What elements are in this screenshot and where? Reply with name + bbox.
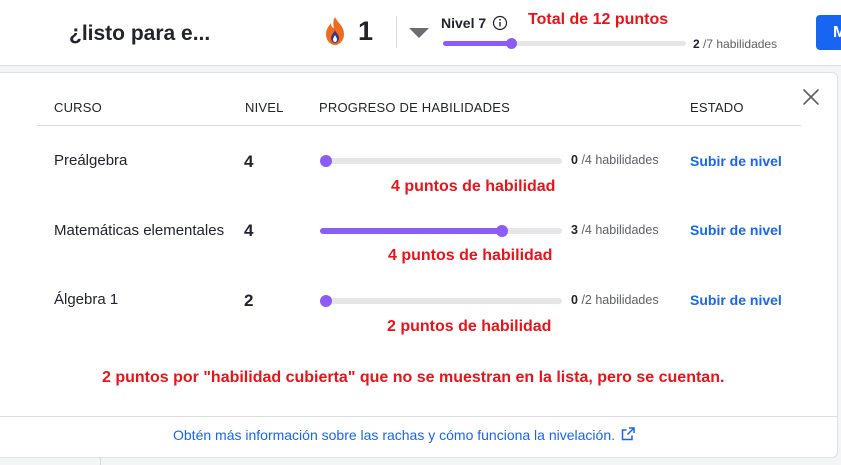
annotation-row-points: 4 puntos de habilidad bbox=[388, 247, 553, 264]
level-progress-knob bbox=[505, 38, 517, 49]
learn-more-link[interactable]: Obtén más información sobre las rachas y… bbox=[173, 427, 635, 443]
level-count-value: 2 bbox=[693, 37, 700, 51]
flame-icon[interactable] bbox=[322, 16, 348, 46]
level-progress-count: 2 /7 habilidades bbox=[693, 37, 777, 51]
count-value: 3 bbox=[571, 223, 578, 237]
course-progress-bar bbox=[320, 225, 562, 237]
course-progress-fill bbox=[320, 228, 502, 234]
course-name: Álgebra 1 bbox=[54, 291, 119, 308]
course-level: 4 bbox=[244, 152, 254, 171]
course-progress-bar bbox=[320, 155, 562, 167]
column-header-progress: PROGRESO DE HABILIDADES bbox=[319, 100, 510, 115]
cta-button[interactable]: M bbox=[816, 15, 841, 50]
close-icon[interactable] bbox=[801, 87, 821, 107]
divider bbox=[396, 16, 397, 48]
course-progress-knob bbox=[320, 295, 332, 307]
count-rest: /2 habilidades bbox=[581, 293, 659, 307]
course-progress-count: 0 /2 habilidades bbox=[571, 293, 659, 307]
top-bar: ¿listo para e... 1 Nivel 7 Total de 12 p… bbox=[0, 0, 841, 66]
level-progress-bar bbox=[443, 38, 686, 49]
level-up-link[interactable]: Subir de nivel bbox=[690, 153, 782, 169]
count-rest: /4 habilidades bbox=[581, 223, 659, 237]
course-progress-count: 0 /4 habilidades bbox=[571, 153, 659, 167]
level-popover bbox=[0, 72, 838, 458]
annotation-note: 2 puntos por "habilidad cubierta" que no… bbox=[102, 369, 725, 386]
level-up-link[interactable]: Subir de nivel bbox=[690, 292, 782, 308]
course-progress-bar bbox=[320, 295, 562, 307]
level-up-link[interactable]: Subir de nivel bbox=[690, 222, 782, 238]
annotation-row-points: 4 puntos de habilidad bbox=[391, 178, 556, 195]
course-progress-knob bbox=[495, 225, 508, 237]
course-level: 4 bbox=[244, 221, 254, 240]
footer-divider bbox=[0, 416, 838, 417]
annotation-row-points: 2 puntos de habilidad bbox=[387, 318, 552, 335]
caret-down-icon[interactable] bbox=[409, 28, 429, 38]
column-header-course: CURSO bbox=[54, 100, 102, 115]
course-name: Preálgebra bbox=[54, 152, 128, 169]
learn-more-text: Obtén más información sobre las rachas y… bbox=[173, 427, 615, 443]
page-title: ¿listo para e... bbox=[69, 22, 211, 45]
count-rest: /4 habilidades bbox=[581, 153, 659, 167]
course-level: 2 bbox=[244, 291, 254, 310]
external-link-icon bbox=[621, 427, 635, 441]
course-name: Matemáticas elementales bbox=[54, 222, 225, 239]
count-value: 0 bbox=[571, 153, 578, 167]
level-count-rest: /7 habilidades bbox=[703, 37, 778, 51]
column-header-status: ESTADO bbox=[690, 100, 744, 115]
course-progress-knob bbox=[320, 155, 332, 167]
info-icon[interactable] bbox=[492, 15, 508, 31]
level-progress-fill bbox=[443, 41, 512, 46]
column-header-level: NIVEL bbox=[245, 100, 284, 115]
streak-count: 1 bbox=[358, 16, 374, 46]
course-progress-count: 3 /4 habilidades bbox=[571, 223, 659, 237]
header-divider bbox=[37, 125, 801, 126]
annotation-total: Total de 12 puntos bbox=[528, 11, 669, 28]
level-label: Nivel 7 bbox=[441, 15, 487, 31]
count-value: 0 bbox=[571, 293, 578, 307]
